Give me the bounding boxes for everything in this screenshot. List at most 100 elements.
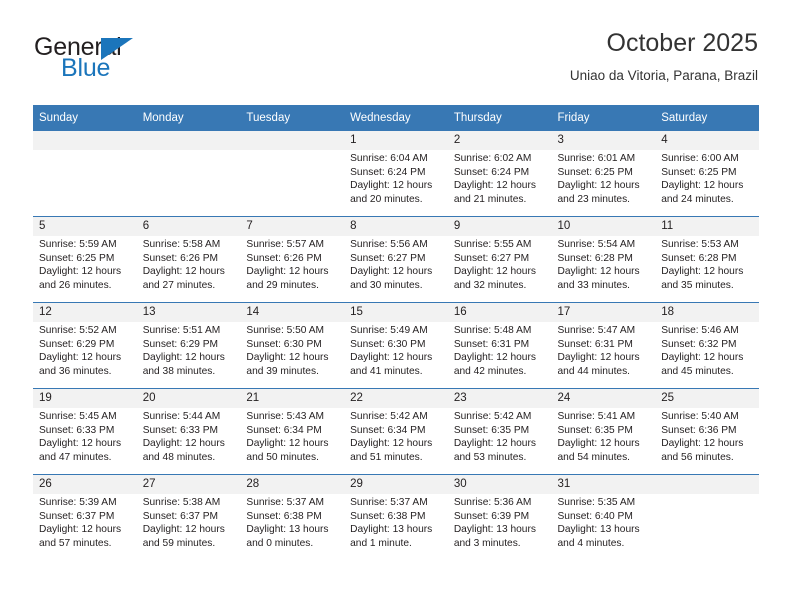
day-cell-empty bbox=[33, 150, 137, 217]
day-cell[interactable]: Sunrise: 6:01 AM Sunset: 6:25 PM Daylight:… bbox=[551, 150, 656, 217]
sunset-text: Sunset: 6:30 PM bbox=[246, 338, 322, 350]
daylight-text-line2: and 57 minutes. bbox=[39, 537, 112, 549]
day-number[interactable]: 11 bbox=[655, 216, 759, 236]
daylight-text-line2: and 21 minutes. bbox=[453, 193, 527, 205]
day-cell[interactable]: Sunrise: 5:48 AM Sunset: 6:31 PM Daylight:… bbox=[447, 322, 552, 389]
day-number[interactable]: 14 bbox=[240, 302, 345, 322]
daylight-text-line2: and 47 minutes. bbox=[39, 451, 112, 463]
daylight-text-line2: and 36 minutes. bbox=[39, 365, 112, 377]
sunset-text: Sunset: 6:25 PM bbox=[661, 166, 737, 178]
daylight-text-line1: Daylight: 12 hours bbox=[557, 352, 640, 364]
sunrise-text: Sunrise: 5:36 AM bbox=[453, 497, 532, 508]
week-detail-row: Sunrise: 5:52 AM Sunset: 6:29 PM Daylight:… bbox=[33, 322, 759, 389]
day-cell[interactable]: Sunrise: 5:40 AM Sunset: 6:36 PM Daylight:… bbox=[655, 408, 759, 475]
day-number[interactable]: 15 bbox=[344, 302, 448, 322]
day-number[interactable]: 22 bbox=[344, 388, 448, 408]
sunrise-text: Sunrise: 6:04 AM bbox=[350, 153, 428, 164]
sunrise-text: Sunrise: 5:42 AM bbox=[453, 411, 532, 422]
day-number[interactable]: 13 bbox=[136, 302, 241, 322]
day-number[interactable]: 2 bbox=[447, 131, 552, 150]
day-cell[interactable]: Sunrise: 5:41 AM Sunset: 6:35 PM Daylight:… bbox=[551, 408, 656, 475]
daylight-text-line2: and 33 minutes. bbox=[557, 279, 631, 291]
day-number[interactable]: 31 bbox=[551, 474, 656, 494]
day-number[interactable]: 3 bbox=[551, 131, 656, 150]
daylight-text-line1: Daylight: 12 hours bbox=[39, 352, 122, 364]
day-number[interactable]: 29 bbox=[344, 474, 448, 494]
day-cell[interactable]: Sunrise: 5:50 AM Sunset: 6:30 PM Daylight:… bbox=[240, 322, 345, 389]
day-cell[interactable]: Sunrise: 5:56 AM Sunset: 6:27 PM Daylight:… bbox=[344, 236, 448, 303]
daylight-text-line1: Daylight: 12 hours bbox=[39, 266, 122, 278]
sunrise-text: Sunrise: 5:58 AM bbox=[142, 239, 221, 250]
day-cell[interactable]: Sunrise: 5:57 AM Sunset: 6:26 PM Daylight:… bbox=[240, 236, 345, 303]
day-cell[interactable]: Sunrise: 6:04 AM Sunset: 6:24 PM Daylight:… bbox=[344, 150, 448, 217]
week-number-row: 1234 bbox=[33, 131, 759, 150]
day-cell[interactable]: Sunrise: 5:46 AM Sunset: 6:32 PM Daylight:… bbox=[655, 322, 759, 389]
day-number[interactable]: 24 bbox=[551, 388, 656, 408]
day-cell[interactable]: Sunrise: 5:59 AM Sunset: 6:25 PM Daylight:… bbox=[33, 236, 137, 303]
day-number[interactable]: 27 bbox=[136, 474, 241, 494]
day-cell[interactable]: Sunrise: 5:55 AM Sunset: 6:27 PM Daylight:… bbox=[447, 236, 552, 303]
day-number[interactable]: 21 bbox=[240, 388, 345, 408]
day-number[interactable]: 9 bbox=[447, 216, 552, 236]
sunrise-text: Sunrise: 5:37 AM bbox=[246, 497, 324, 508]
sunrise-text: Sunrise: 5:57 AM bbox=[246, 239, 324, 250]
day-cell[interactable]: Sunrise: 5:44 AM Sunset: 6:33 PM Daylight:… bbox=[136, 408, 241, 475]
day-number[interactable]: 19 bbox=[33, 388, 137, 408]
day-cell[interactable]: Sunrise: 5:47 AM Sunset: 6:31 PM Daylight:… bbox=[551, 322, 656, 389]
day-number[interactable]: 18 bbox=[655, 302, 759, 322]
day-number[interactable]: 28 bbox=[240, 474, 345, 494]
sunrise-text: Sunrise: 5:55 AM bbox=[453, 239, 532, 250]
sunrise-text: Sunrise: 6:01 AM bbox=[557, 153, 636, 164]
day-number[interactable]: 6 bbox=[136, 216, 241, 236]
day-cell[interactable]: Sunrise: 5:39 AM Sunset: 6:37 PM Daylight:… bbox=[33, 494, 137, 560]
day-number[interactable]: 1 bbox=[344, 131, 448, 150]
week-number-row: 26 27 28 29 30 31 bbox=[33, 474, 759, 494]
day-cell[interactable]: Sunrise: 5:37 AM Sunset: 6:38 PM Daylight:… bbox=[344, 494, 448, 560]
day-number[interactable]: 30 bbox=[447, 474, 552, 494]
sunrise-text: Sunrise: 5:45 AM bbox=[39, 411, 117, 422]
day-cell[interactable]: Sunrise: 5:35 AM Sunset: 6:40 PM Daylight:… bbox=[551, 494, 656, 560]
day-cell[interactable]: Sunrise: 5:54 AM Sunset: 6:28 PM Daylight:… bbox=[551, 236, 656, 303]
day-number[interactable]: 12 bbox=[33, 302, 137, 322]
day-number-empty bbox=[136, 131, 241, 150]
daylight-text-line2: and 39 minutes. bbox=[246, 365, 319, 377]
sunrise-text: Sunrise: 5:51 AM bbox=[142, 325, 221, 336]
day-cell[interactable]: Sunrise: 5:52 AM Sunset: 6:29 PM Daylight:… bbox=[33, 322, 137, 389]
day-cell[interactable]: Sunrise: 5:45 AM Sunset: 6:33 PM Daylight:… bbox=[33, 408, 137, 475]
day-number[interactable]: 25 bbox=[655, 388, 759, 408]
daylight-text-line1: Daylight: 13 hours bbox=[453, 524, 536, 536]
day-cell[interactable]: Sunrise: 5:36 AM Sunset: 6:39 PM Daylight:… bbox=[447, 494, 552, 560]
day-cell[interactable]: Sunrise: 5:43 AM Sunset: 6:34 PM Daylight:… bbox=[240, 408, 345, 475]
day-cell[interactable]: Sunrise: 5:53 AM Sunset: 6:28 PM Daylight:… bbox=[655, 236, 759, 303]
day-number[interactable]: 5 bbox=[33, 216, 137, 236]
day-cell[interactable]: Sunrise: 5:58 AM Sunset: 6:26 PM Daylight:… bbox=[136, 236, 241, 303]
day-cell[interactable]: Sunrise: 5:42 AM Sunset: 6:34 PM Daylight:… bbox=[344, 408, 448, 475]
day-number[interactable]: 16 bbox=[447, 302, 552, 322]
day-cell[interactable]: Sunrise: 5:38 AM Sunset: 6:37 PM Daylight:… bbox=[136, 494, 241, 560]
day-cell-empty bbox=[136, 150, 241, 217]
sunrise-text: Sunrise: 6:02 AM bbox=[453, 153, 532, 164]
day-cell[interactable]: Sunrise: 5:37 AM Sunset: 6:38 PM Daylight:… bbox=[240, 494, 345, 560]
day-cell[interactable]: Sunrise: 5:42 AM Sunset: 6:35 PM Daylight:… bbox=[447, 408, 552, 475]
logo-triangle-icon bbox=[101, 38, 133, 60]
day-cell[interactable]: Sunrise: 5:49 AM Sunset: 6:30 PM Daylight:… bbox=[344, 322, 448, 389]
daylight-text-line2: and 45 minutes. bbox=[661, 365, 734, 377]
daylight-text-line2: and 41 minutes. bbox=[350, 365, 423, 377]
day-cell[interactable]: Sunrise: 6:02 AM Sunset: 6:24 PM Daylight:… bbox=[447, 150, 552, 217]
daylight-text-line2: and 4 minutes. bbox=[557, 537, 625, 549]
day-number[interactable]: 26 bbox=[33, 474, 137, 494]
day-number[interactable]: 4 bbox=[655, 131, 759, 150]
sunset-text: Sunset: 6:36 PM bbox=[661, 424, 737, 436]
general-blue-logo[interactable]: General Blue bbox=[34, 34, 234, 90]
day-number[interactable]: 8 bbox=[344, 216, 448, 236]
day-cell[interactable]: Sunrise: 6:00 AM Sunset: 6:25 PM Daylight:… bbox=[655, 150, 759, 217]
day-number[interactable]: 23 bbox=[447, 388, 552, 408]
day-number[interactable]: 7 bbox=[240, 216, 345, 236]
day-cell[interactable]: Sunrise: 5:51 AM Sunset: 6:29 PM Daylight:… bbox=[136, 322, 241, 389]
daylight-text-line1: Daylight: 12 hours bbox=[246, 438, 329, 450]
daylight-text-line2: and 51 minutes. bbox=[350, 451, 423, 463]
daylight-text-line2: and 1 minute. bbox=[350, 537, 412, 549]
day-number[interactable]: 17 bbox=[551, 302, 656, 322]
day-number[interactable]: 20 bbox=[136, 388, 241, 408]
day-number[interactable]: 10 bbox=[551, 216, 656, 236]
